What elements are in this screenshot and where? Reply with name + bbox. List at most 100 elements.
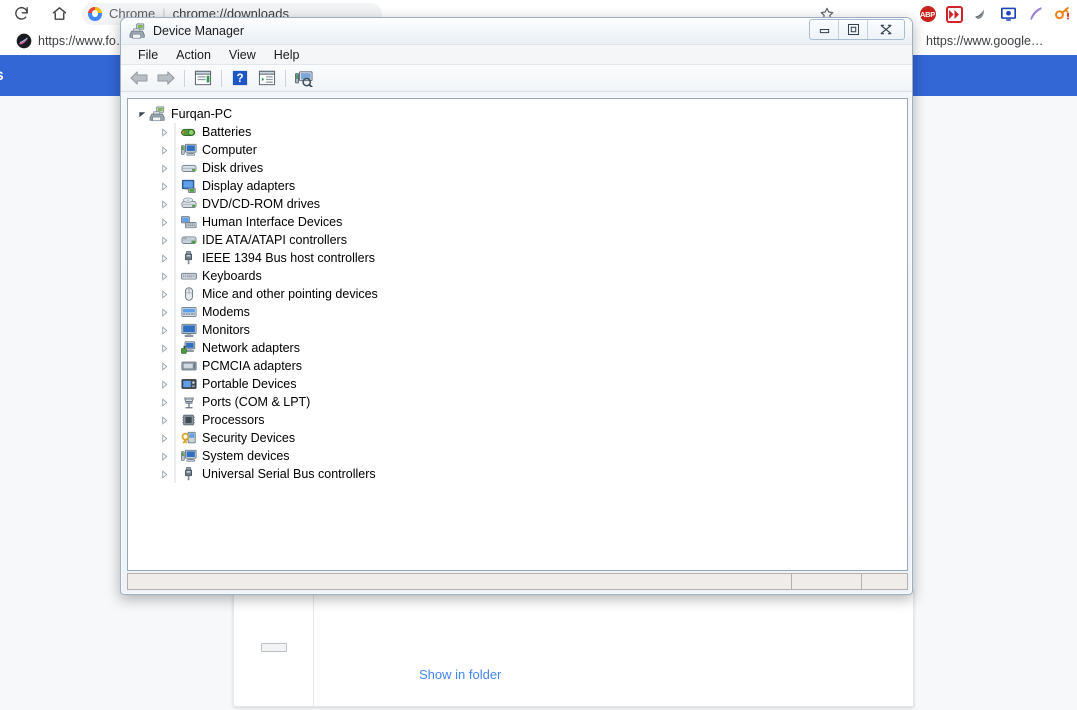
tree-node-modems[interactable]: Modems: [136, 303, 907, 321]
tree-connector-line: [171, 231, 180, 249]
device-tree: Furqan-PC Batteries Computer Disk drives Di…: [128, 99, 907, 483]
reload-icon[interactable]: [8, 1, 34, 27]
tree-node-pcmcia-adapters[interactable]: PCMCIA adapters: [136, 357, 907, 375]
computer-printer-icon: [129, 23, 147, 40]
menu-view[interactable]: View: [220, 46, 265, 64]
menu-action[interactable]: Action: [167, 46, 220, 64]
minimize-button[interactable]: [810, 20, 839, 39]
tree-connector-line: [171, 159, 180, 177]
tree-node-batteries[interactable]: Batteries: [136, 123, 907, 141]
tree-node-system-devices[interactable]: System devices: [136, 447, 907, 465]
expand-triangle-icon[interactable]: [158, 379, 171, 389]
expand-triangle-icon[interactable]: [158, 451, 171, 461]
status-pane-1: [128, 574, 792, 589]
expand-triangle-icon[interactable]: [158, 307, 171, 317]
expand-triangle-icon[interactable]: [158, 235, 171, 245]
tree-node-processors[interactable]: Processors: [136, 411, 907, 429]
fast-forward-extension-icon[interactable]: [942, 3, 967, 26]
tree-node-ports-com-lpt[interactable]: Ports (COM & LPT): [136, 393, 907, 411]
tree-node-mice-and-other-pointing-devices[interactable]: Mice and other pointing devices: [136, 285, 907, 303]
pcmcia-icon: [180, 358, 198, 374]
tree-node-network-adapters[interactable]: Network adapters: [136, 339, 907, 357]
display-adapter-icon: [180, 178, 198, 194]
home-icon[interactable]: [46, 1, 72, 27]
device-tree-panel[interactable]: Furqan-PC Batteries Computer Disk drives Di…: [127, 98, 908, 571]
key-alert-extension-icon[interactable]: [1050, 3, 1075, 26]
scan-hardware-icon[interactable]: [291, 67, 317, 90]
download-item-details: Show in folder: [314, 589, 913, 706]
expand-triangle-icon[interactable]: [158, 181, 171, 191]
tree-connector-line: [171, 195, 180, 213]
tree-connector-line: [171, 339, 180, 357]
expand-triangle-icon[interactable]: [158, 253, 171, 263]
bookmark-forum[interactable]: https://www.fo…: [8, 29, 136, 53]
console-tree-icon[interactable]: [254, 67, 280, 90]
bookmark-google[interactable]: https://www.google…: [918, 29, 1051, 53]
tree-node-label: Keyboards: [202, 269, 262, 283]
tree-node-ieee-1394-bus-host-controllers[interactable]: IEEE 1394 Bus host controllers: [136, 249, 907, 267]
tree-node-display-adapters[interactable]: Display adapters: [136, 177, 907, 195]
expand-triangle-icon[interactable]: [158, 325, 171, 335]
device-manager-titlebar[interactable]: Device Manager: [121, 18, 912, 44]
tree-node-label: Mice and other pointing devices: [202, 287, 378, 301]
status-pane-3: [862, 574, 907, 589]
expand-triangle-icon[interactable]: [158, 145, 171, 155]
tree-node-ide-ata-atapi-controllers[interactable]: IDE ATA/ATAPI controllers: [136, 231, 907, 249]
expand-triangle-icon[interactable]: [158, 397, 171, 407]
tree-node-dvd-cd-rom-drives[interactable]: DVD/CD-ROM drives: [136, 195, 907, 213]
tree-connector-line: [171, 177, 180, 195]
properties-icon[interactable]: [190, 67, 216, 90]
tree-node-label: DVD/CD-ROM drives: [202, 197, 321, 211]
tree-node-security-devices[interactable]: Security Devices: [136, 429, 907, 447]
adblock-plus-extension-icon[interactable]: ABP: [915, 3, 940, 26]
battery-icon: [180, 124, 198, 140]
tree-connector-line: [171, 429, 180, 447]
expand-triangle-icon[interactable]: [158, 343, 171, 353]
device-manager-window[interactable]: Device Manager File Action View Help ? F…: [120, 17, 913, 595]
tree-node-label: IDE ATA/ATAPI controllers: [202, 233, 347, 247]
expand-triangle-icon[interactable]: [158, 469, 171, 479]
tree-node-computer[interactable]: Computer: [136, 141, 907, 159]
expand-triangle-icon[interactable]: [158, 289, 171, 299]
help-question-icon[interactable]: ?: [227, 67, 253, 90]
restore-button[interactable]: [839, 20, 868, 39]
monitor-extension-icon[interactable]: [996, 3, 1021, 26]
expand-triangle-icon[interactable]: [158, 271, 171, 281]
tree-node-label: Universal Serial Bus controllers: [202, 467, 376, 481]
tree-node-keyboards[interactable]: Keyboards: [136, 267, 907, 285]
tree-node-monitors[interactable]: Monitors: [136, 321, 907, 339]
expand-triangle-icon[interactable]: [158, 361, 171, 371]
back-arrow-icon[interactable]: [126, 67, 152, 90]
tree-node-root[interactable]: Furqan-PC: [136, 105, 907, 123]
ieee1394-icon: [180, 250, 198, 266]
device-tree-children: Batteries Computer Disk drives Display adap…: [136, 123, 907, 483]
tree-node-label: Portable Devices: [202, 377, 297, 391]
feather-pen-extension-icon[interactable]: [1023, 3, 1048, 26]
tree-node-human-interface-devices[interactable]: Human Interface Devices: [136, 213, 907, 231]
expand-triangle-icon[interactable]: [158, 199, 171, 209]
svg-text:?: ?: [236, 73, 243, 85]
expand-triangle-icon[interactable]: [158, 433, 171, 443]
tree-node-label: PCMCIA adapters: [202, 359, 303, 373]
tree-node-label: System devices: [202, 449, 290, 463]
monitor-icon: [180, 322, 198, 338]
forward-arrow-icon[interactable]: [153, 67, 179, 90]
ink-drop-extension-icon[interactable]: [969, 3, 994, 26]
bookmark-google-label: https://www.google…: [926, 34, 1044, 48]
tree-node-portable-devices[interactable]: Portable Devices: [136, 375, 907, 393]
menu-file[interactable]: File: [129, 46, 167, 64]
expand-collapse-triangle-icon[interactable]: [136, 110, 149, 119]
tree-connector-line: [171, 447, 180, 465]
tree-node-label: Computer: [202, 143, 257, 157]
expand-triangle-icon[interactable]: [158, 127, 171, 137]
show-in-folder-link[interactable]: Show in folder: [419, 667, 501, 682]
expand-triangle-icon[interactable]: [158, 163, 171, 173]
tree-node-universal-serial-bus-controllers[interactable]: Universal Serial Bus controllers: [136, 465, 907, 483]
close-button[interactable]: [868, 20, 904, 39]
tree-node-disk-drives[interactable]: Disk drives: [136, 159, 907, 177]
expand-triangle-icon[interactable]: [158, 217, 171, 227]
expand-triangle-icon[interactable]: [158, 415, 171, 425]
menu-help[interactable]: Help: [265, 46, 309, 64]
tree-connector-line: [171, 267, 180, 285]
tree-connector-line: [171, 411, 180, 429]
